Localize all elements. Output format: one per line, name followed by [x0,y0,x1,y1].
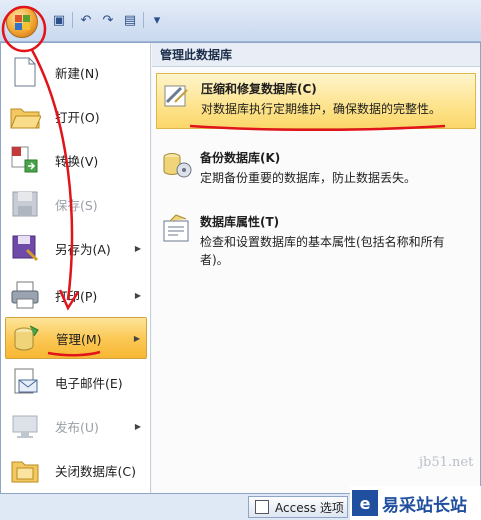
submenu-item-title: 备份数据库(K) [200,151,281,165]
submenu-item-backup[interactable]: 备份数据库(K) 定期备份重要的数据库，防止数据丢失。 [156,143,476,199]
submenu-arrow-icon: ▶ [134,243,141,253]
save-as-icon [9,232,45,264]
menu-item-label: 转换(V) [55,153,99,169]
menu-item-manage[interactable]: 管理(M) ▶ [5,317,147,359]
database-properties-icon [160,213,192,243]
open-folder-icon [9,100,45,132]
options-icon [255,500,269,514]
submenu-item-title: 压缩和修复数据库(C) [201,82,317,96]
undo-icon[interactable]: ↶ [77,11,95,29]
menu-item-label: 发布(U) [55,419,99,435]
submenu-item-properties[interactable]: 数据库属性(T) 检查和设置数据库的基本属性(包括名称和所有者)。 [156,207,476,271]
email-icon [9,366,45,398]
save-icon[interactable]: ▣ [50,11,68,29]
close-database-icon [9,454,45,486]
submenu-item-compact-repair[interactable]: 压缩和修复数据库(C) 对数据库执行定期维护，确保数据的完整性。 [156,73,476,129]
manage-icon [10,322,46,354]
brand-logo-icon: e [352,490,378,516]
manage-submenu: 管理此数据库 压缩和修复数据库(C) 对数据库执行定期维护，确保数据的完整性。 … [152,43,480,493]
submenu-item-description: 检查和设置数据库的基本属性(包括名称和所有者)。 [200,235,445,267]
access-options-button[interactable]: Access 选项 [248,496,348,518]
submenu-arrow-icon: ▶ [133,333,140,343]
menu-item-print[interactable]: 打印(P) ▶ [5,274,147,316]
customize-icon[interactable]: ▾ [148,11,166,29]
redo-icon[interactable]: ↷ [99,11,117,29]
site-watermark-text: jb51.net [419,455,474,470]
new-file-icon [9,56,45,88]
save-icon [9,188,45,220]
menu-item-new[interactable]: 新建(N) [5,51,147,93]
office-button[interactable] [6,6,38,38]
submenu-item-description: 定期备份重要的数据库，防止数据丢失。 [200,171,417,185]
submenu-item-description: 对数据库执行定期维护，确保数据的完整性。 [201,102,442,116]
printer-icon [9,279,45,311]
divider [143,12,144,28]
submenu-arrow-icon: ▶ [134,290,141,300]
form-icon[interactable]: ▤ [121,11,139,29]
menu-item-convert[interactable]: 转换(V) [5,139,147,181]
quick-access-toolbar: ▣ ↶ ↷ ▤ ▾ [50,10,166,30]
convert-icon [9,144,45,176]
menu-item-open[interactable]: 打开(O) [5,95,147,137]
submenu-header: 管理此数据库 [152,43,480,67]
menu-left-column: 新建(N) 打开(O) 转换(V) 保存(S) 另存为(A) ▶ 打印(P) ▶… [1,43,151,493]
menu-item-save[interactable]: 保存(S) [5,183,147,225]
compact-repair-icon [161,80,193,110]
menu-item-label: 新建(N) [55,65,100,81]
menu-item-label: 关闭数据库(C) [55,463,136,479]
submenu-item-title: 数据库属性(T) [200,215,280,229]
publish-icon [9,410,45,442]
office-logo-icon [15,15,31,31]
brand-watermark: e 易采站长站 [350,486,481,520]
menu-item-email[interactable]: 电子邮件(E) [5,361,147,403]
submenu-arrow-icon: ▶ [134,421,141,431]
brand-text: 易采站长站 [382,495,467,516]
divider [72,12,73,28]
menu-item-publish[interactable]: 发布(U) ▶ [5,405,147,447]
backup-database-icon [160,149,192,179]
menu-item-label: 电子邮件(E) [55,375,123,391]
title-bar: ▣ ↶ ↷ ▤ ▾ [0,0,481,42]
menu-item-label: 保存(S) [55,197,98,213]
office-menu: 新建(N) 打开(O) 转换(V) 保存(S) 另存为(A) ▶ 打印(P) ▶… [0,42,481,494]
access-options-label: Access 选项 [275,500,344,515]
menu-item-label: 打印(P) [55,288,98,304]
menu-item-label: 另存为(A) [55,241,111,257]
menu-item-label: 管理(M) [56,331,102,347]
menu-item-save-as[interactable]: 另存为(A) ▶ [5,227,147,269]
menu-item-close-database[interactable]: 关闭数据库(C) [5,449,147,491]
menu-item-label: 打开(O) [55,109,100,125]
